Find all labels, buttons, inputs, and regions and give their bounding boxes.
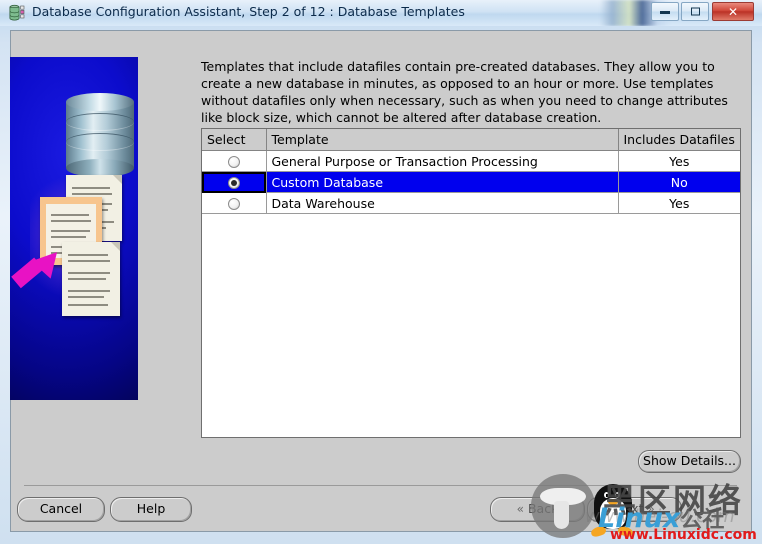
chevron-left-icon: « (516, 502, 524, 517)
cancel-button[interactable]: Cancel (17, 497, 105, 522)
page-description: Templates that include datafiles contain… (201, 59, 728, 125)
magenta-arrow-icon (11, 243, 68, 303)
row-includes-datafiles: Yes (618, 150, 740, 172)
row-radio-cell[interactable] (202, 192, 267, 214)
application-window: Database Configuration Assistant, Step 2… (0, 0, 762, 544)
sidebar-illustration (10, 57, 138, 400)
row-radio-cell-selected[interactable] (202, 171, 267, 193)
radio-button-unselected[interactable] (227, 198, 240, 210)
minimize-icon (652, 5, 678, 16)
table-row[interactable]: Data Warehouse Yes (202, 192, 740, 214)
next-button-label: Next (614, 501, 644, 517)
row-template-name: Custom Database (266, 171, 619, 193)
back-button[interactable]: « Back (490, 497, 585, 522)
title-bar: Database Configuration Assistant, Step 2… (0, 0, 762, 26)
radio-button-unselected[interactable] (227, 156, 240, 168)
radio-button-selected[interactable] (227, 177, 240, 189)
document-page-icon-2 (62, 242, 120, 316)
window-title: Database Configuration Assistant, Step 2… (32, 4, 465, 19)
maximize-button[interactable] (681, 2, 709, 21)
database-cylinder-icon (66, 93, 134, 177)
row-includes-datafiles: Yes (618, 192, 740, 214)
next-button[interactable]: Next » (587, 497, 682, 522)
show-details-button[interactable]: Show Details... (638, 450, 741, 473)
close-button[interactable]: ✕ (712, 2, 754, 21)
row-radio-cell[interactable] (202, 150, 267, 172)
column-header-includes-datafiles[interactable]: Includes Datafiles (618, 129, 740, 151)
templates-table[interactable]: Select Template Includes Datafiles Gener… (201, 128, 741, 438)
maximize-icon (682, 6, 708, 17)
close-icon: ✕ (727, 4, 739, 19)
row-template-name: Data Warehouse (266, 192, 619, 214)
back-button-label: Back (527, 501, 559, 517)
row-template-name: General Purpose or Transaction Processin… (266, 150, 619, 172)
table-header-row: Select Template Includes Datafiles (202, 129, 740, 151)
chevron-right-icon: » (647, 502, 655, 517)
table-row[interactable]: General Purpose or Transaction Processin… (202, 150, 740, 172)
column-header-template[interactable]: Template (266, 129, 619, 151)
column-header-select[interactable]: Select (202, 129, 267, 151)
table-row-selected[interactable]: Custom Database No (202, 171, 740, 193)
help-button[interactable]: Help (110, 497, 192, 522)
database-app-icon (9, 4, 25, 21)
button-bar-separator (24, 485, 737, 486)
minimize-button[interactable] (651, 2, 679, 21)
row-includes-datafiles: No (618, 171, 740, 193)
